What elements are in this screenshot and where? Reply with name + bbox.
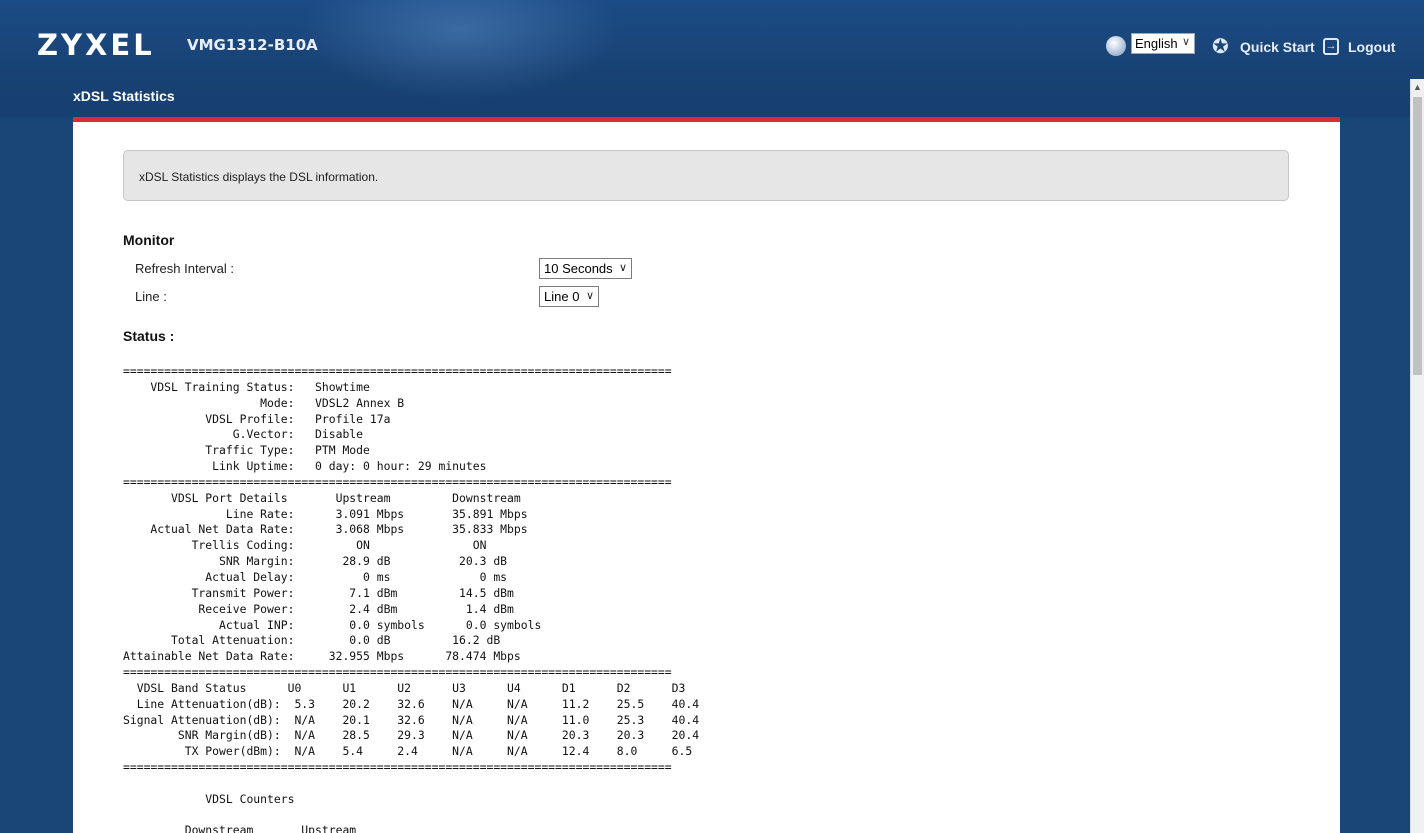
language-value: English bbox=[1135, 36, 1178, 51]
refresh-interval-select[interactable]: 10 Seconds ∨ bbox=[539, 258, 632, 279]
monitor-title: Monitor bbox=[123, 232, 175, 248]
logout-icon[interactable]: → bbox=[1323, 38, 1339, 55]
page-title: xDSL Statistics bbox=[73, 88, 175, 104]
line-label: Line : bbox=[135, 289, 167, 304]
description-box: xDSL Statistics displays the DSL informa… bbox=[123, 150, 1289, 201]
scroll-up-icon[interactable]: ▲ bbox=[1411, 79, 1424, 96]
description-text: xDSL Statistics displays the DSL informa… bbox=[139, 170, 379, 184]
globe-icon bbox=[1106, 36, 1126, 56]
chevron-down-icon: ∨ bbox=[1181, 36, 1190, 48]
device-model: VMG1312-B10A bbox=[187, 36, 318, 54]
header-glow bbox=[300, 0, 620, 100]
content-panel: xDSL Statistics displays the DSL informa… bbox=[73, 117, 1340, 833]
refresh-interval-value: 10 Seconds bbox=[544, 261, 613, 276]
line-select[interactable]: Line 0 ∨ bbox=[539, 286, 599, 307]
page-scrollbar[interactable]: ▲ bbox=[1410, 79, 1424, 833]
logout-link[interactable]: Logout bbox=[1348, 39, 1395, 55]
language-select[interactable]: English ∨ bbox=[1131, 33, 1195, 54]
status-title: Status : bbox=[123, 328, 175, 344]
top-header bbox=[0, 0, 1424, 118]
refresh-interval-label: Refresh Interval : bbox=[135, 261, 234, 276]
status-output: ========================================… bbox=[123, 364, 700, 833]
quick-start-link[interactable]: Quick Start bbox=[1240, 39, 1315, 55]
chevron-down-icon: ∨ bbox=[618, 262, 627, 274]
scroll-thumb[interactable] bbox=[1413, 97, 1422, 375]
quick-start-icon[interactable]: ✪ bbox=[1212, 37, 1232, 57]
line-value: Line 0 bbox=[544, 289, 580, 304]
chevron-down-icon: ∨ bbox=[585, 290, 594, 302]
brand-logo: ZYXEL bbox=[37, 28, 155, 62]
